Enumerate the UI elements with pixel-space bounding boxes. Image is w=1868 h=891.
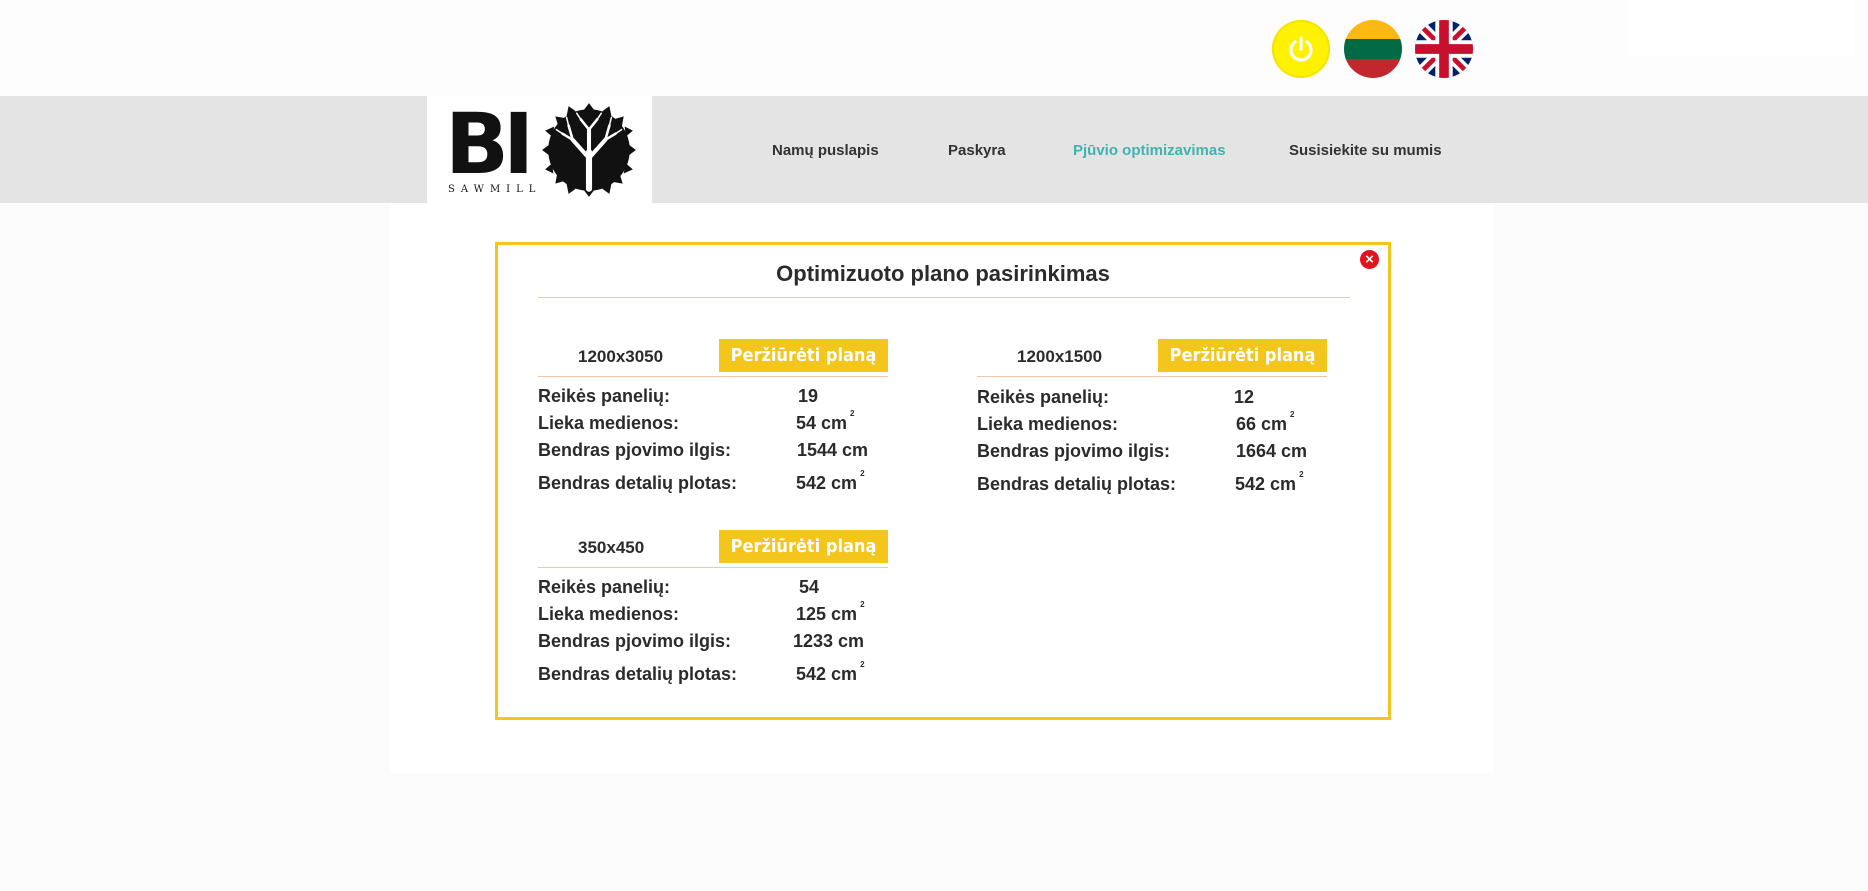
detail-area-value: 542 cm 2 [1235,470,1304,494]
detail-area-label: Bendras detalių plotas: [538,664,738,684]
plan-size: 1200x3050 [578,347,664,366]
navigation-bar [0,96,1868,203]
divider [977,376,1327,377]
modal-title: Optimizuoto plano pasirinkimas [776,261,1110,286]
power-button[interactable] [1272,20,1330,78]
panels-label: Reikės panelių: [977,387,1110,407]
top-corner-box [1628,0,1854,56]
uk-flag-icon [1415,20,1473,78]
view-plan-button[interactable]: Peržiūrėti planą [719,339,888,372]
waste-value: 54 cm 2 [796,409,855,433]
plan-size: 1200x1500 [1017,347,1103,366]
panels-value: 12 [1234,387,1255,407]
panels-value: 19 [798,386,819,406]
saw-blade-tree-icon [542,103,636,197]
panels-value: 54 [799,577,820,597]
view-plan-button[interactable]: Peržiūrėti planą [1158,339,1327,372]
cut-length-value: 1544 cm [797,440,869,460]
plan-selection-modal: Optimizuoto plano pasirinkimas × 1200x30… [495,242,1391,720]
logo-text: BI [445,95,534,193]
detail-area-value: 542 cm 2 [796,660,865,684]
cut-length-label: Bendras pjovimo ilgis: [538,440,732,460]
nav-home[interactable]: Namų puslapis [772,96,879,203]
waste-value: 66 cm 2 [1236,410,1295,434]
panels-label: Reikės panelių: [538,386,671,406]
language-en-button[interactable] [1415,20,1473,78]
divider [538,376,888,377]
detail-area-label: Bendras detalių plotas: [538,473,738,493]
nav-cut-optimization[interactable]: Pjūvio optimizavimas [1073,96,1226,203]
top-bar [0,0,1868,96]
nav-account[interactable]: Paskyra [948,96,1006,203]
waste-label: Lieka medienos: [538,413,680,433]
cut-length-label: Bendras pjovimo ilgis: [977,441,1171,461]
language-lt-button[interactable] [1344,20,1402,78]
close-icon[interactable]: × [1360,250,1379,269]
waste-value: 125 cm 2 [796,600,865,624]
waste-label: Lieka medienos: [977,414,1119,434]
nav-contact[interactable]: Susisiekite su mumis [1289,96,1442,203]
panels-label: Reikės panelių: [538,577,671,597]
power-icon [1289,36,1313,62]
cut-length-label: Bendras pjovimo ilgis: [538,631,732,651]
cut-length-value: 1664 cm [1236,441,1308,461]
divider [538,297,1350,298]
cut-length-value: 1233 cm [793,631,865,651]
plan-size: 350x450 [578,538,645,557]
detail-area-value: 542 cm 2 [796,469,865,493]
bio-sawmill-logo[interactable]: BI SAWMILL [427,96,652,203]
view-plan-button[interactable]: Peržiūrėti planą [719,530,888,563]
waste-label: Lieka medienos: [538,604,680,624]
detail-area-label: Bendras detalių plotas: [977,474,1177,494]
logo-subtitle: SAWMILL [448,184,542,195]
divider [538,567,888,568]
